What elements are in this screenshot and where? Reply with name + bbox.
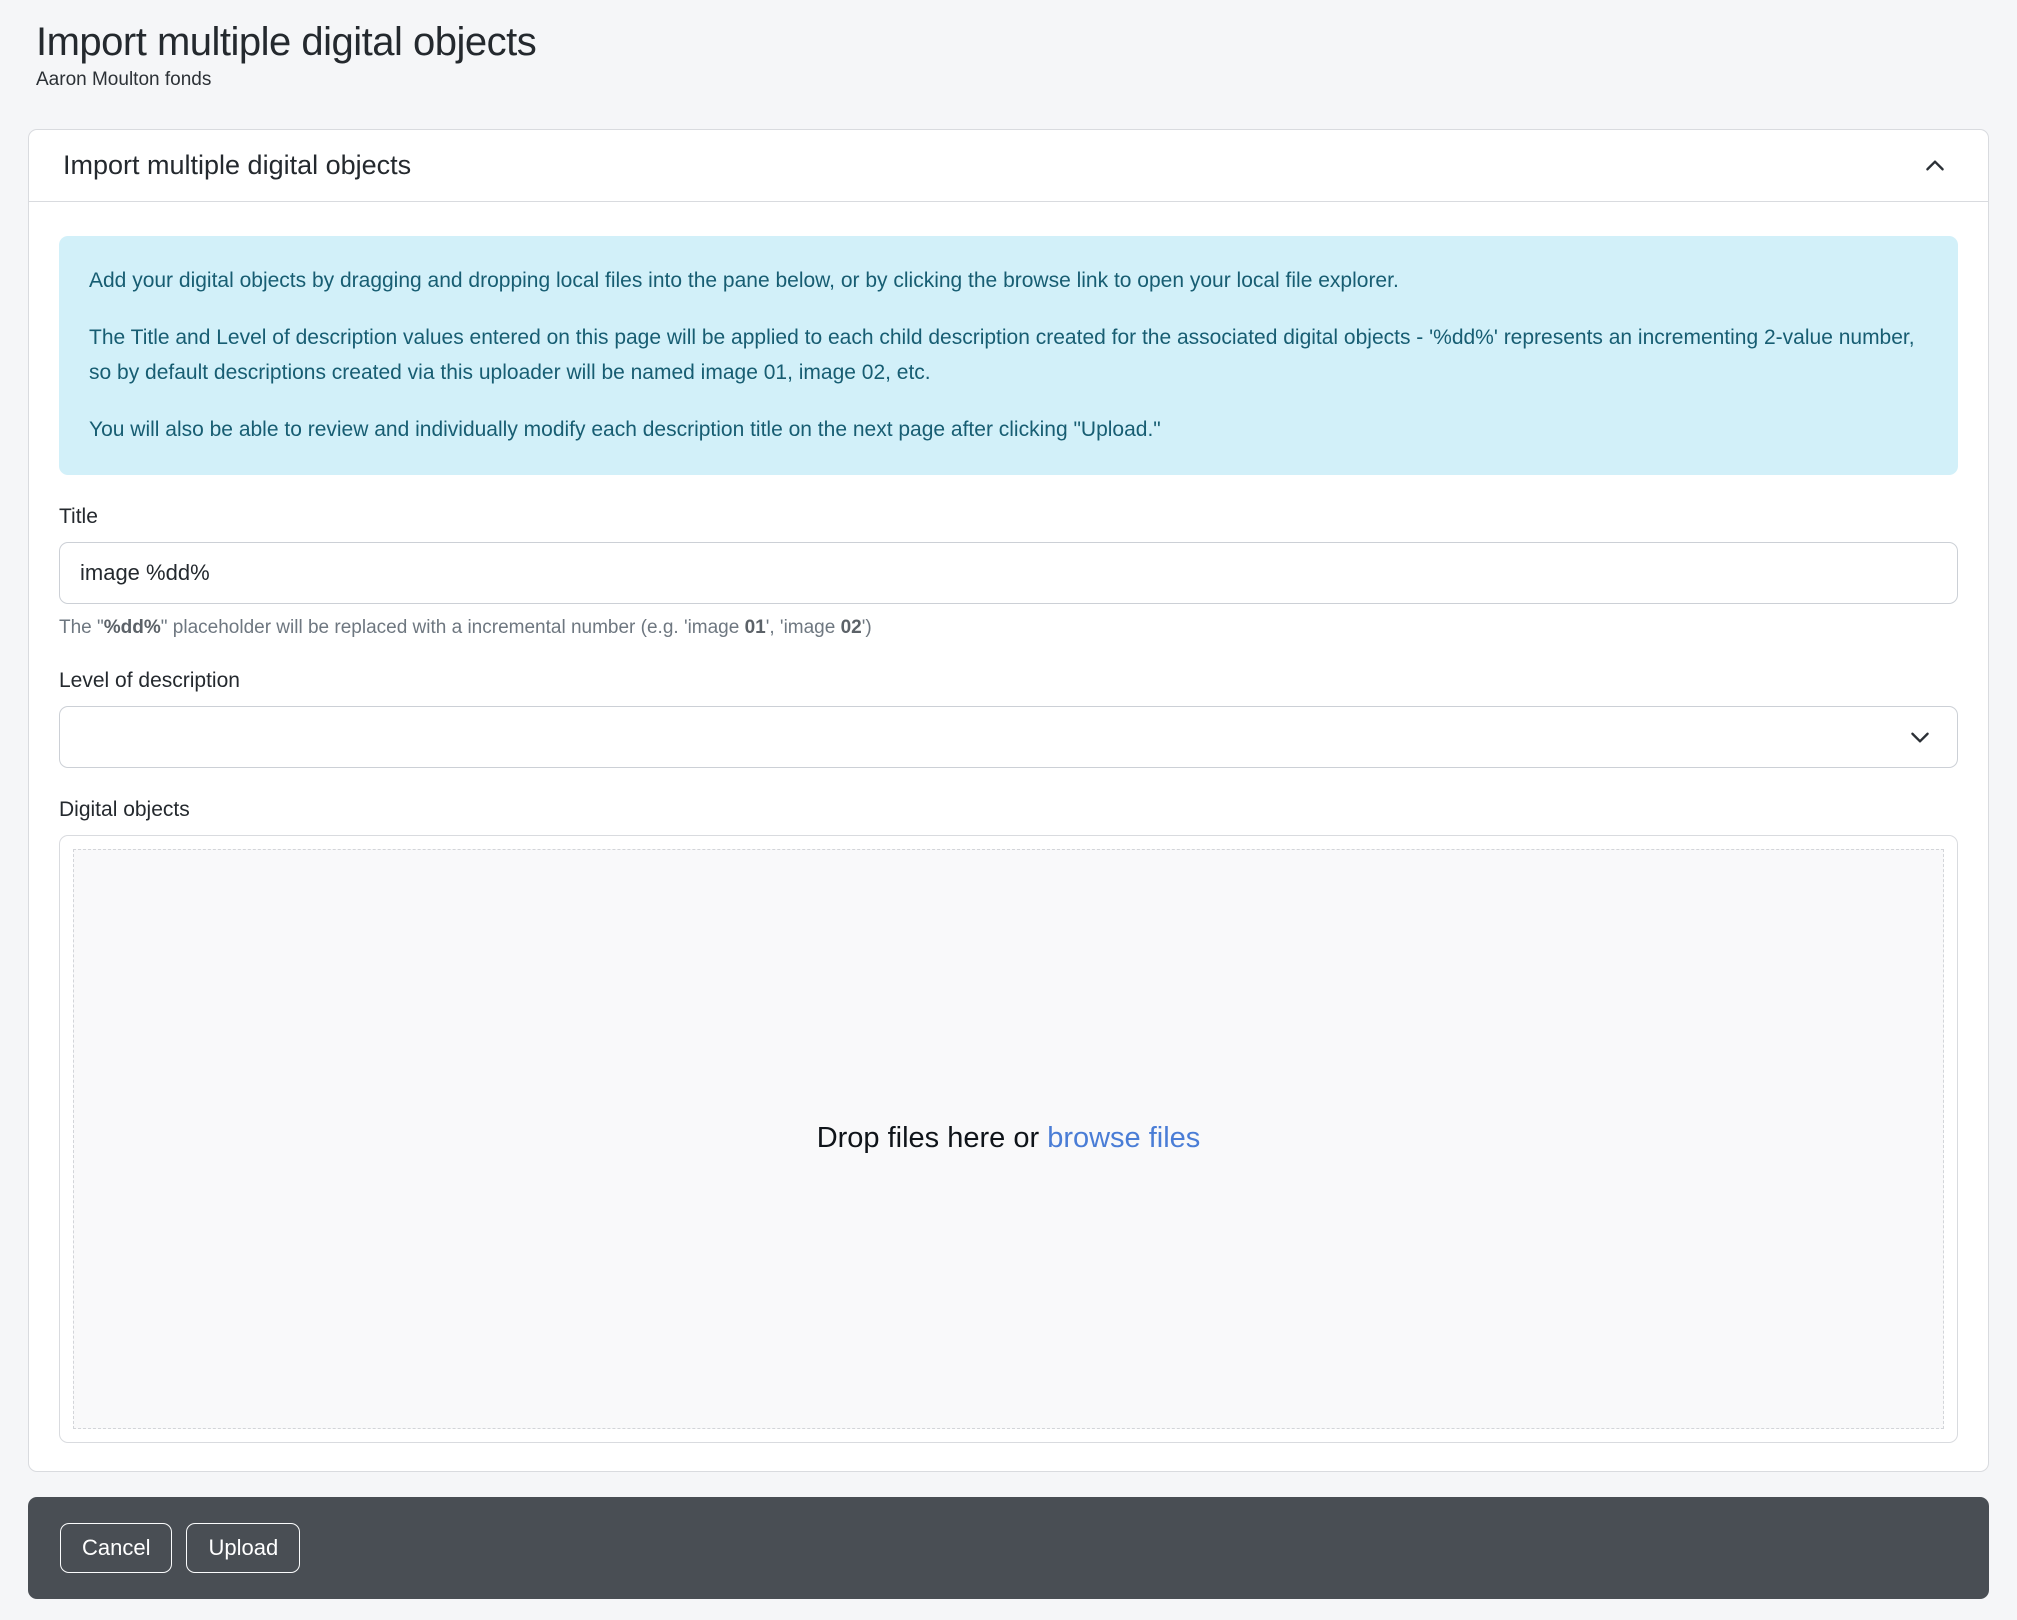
help-bold-01: 01 bbox=[745, 617, 766, 638]
help-text-segment: ', 'image bbox=[766, 617, 841, 638]
browse-files-link[interactable]: browse files bbox=[1047, 1122, 1200, 1154]
page: Import multiple digital objects Aaron Mo… bbox=[0, 0, 2017, 1599]
chevron-up-icon bbox=[1922, 153, 1948, 179]
chevron-down-icon bbox=[1907, 724, 1933, 750]
panel-header-title: Import multiple digital objects bbox=[63, 150, 411, 181]
panel-body: Add your digital objects by dragging and… bbox=[29, 202, 1988, 1471]
level-of-description-select[interactable] bbox=[59, 706, 1958, 768]
page-subtitle: Aaron Moulton fonds bbox=[36, 69, 1989, 91]
info-paragraph-2: The Title and Level of description value… bbox=[89, 320, 1928, 391]
drop-files-text: Drop files here or bbox=[817, 1122, 1048, 1154]
level-of-description-label: Level of description bbox=[59, 669, 1958, 693]
help-bold-02: 02 bbox=[841, 617, 862, 638]
file-dropzone[interactable]: Drop files here or browse files bbox=[73, 849, 1944, 1429]
actions-bar: Cancel Upload bbox=[28, 1497, 1989, 1599]
help-text-segment: ') bbox=[862, 617, 872, 638]
title-input[interactable] bbox=[59, 542, 1958, 604]
page-title: Import multiple digital objects bbox=[36, 20, 1989, 65]
help-text-segment: The " bbox=[59, 617, 104, 638]
cancel-button[interactable]: Cancel bbox=[60, 1523, 172, 1573]
help-text-segment: " placeholder will be replaced with a in… bbox=[161, 617, 745, 638]
title-help-text: The "%dd%" placeholder will be replaced … bbox=[59, 617, 1958, 639]
upload-button[interactable]: Upload bbox=[186, 1523, 300, 1573]
panel-collapse-button[interactable] bbox=[1916, 147, 1954, 185]
help-bold-placeholder: %dd% bbox=[104, 617, 161, 638]
info-alert: Add your digital objects by dragging and… bbox=[59, 236, 1958, 475]
title-label: Title bbox=[59, 505, 1958, 529]
info-paragraph-3: You will also be able to review and indi… bbox=[89, 412, 1928, 448]
dropzone-container: Drop files here or browse files bbox=[59, 835, 1958, 1443]
import-panel: Import multiple digital objects Add your… bbox=[28, 129, 1989, 1472]
panel-header: Import multiple digital objects bbox=[29, 130, 1988, 202]
info-paragraph-1: Add your digital objects by dragging and… bbox=[89, 263, 1928, 299]
digital-objects-label: Digital objects bbox=[59, 798, 1958, 822]
dropzone-message: Drop files here or browse files bbox=[817, 1122, 1201, 1155]
